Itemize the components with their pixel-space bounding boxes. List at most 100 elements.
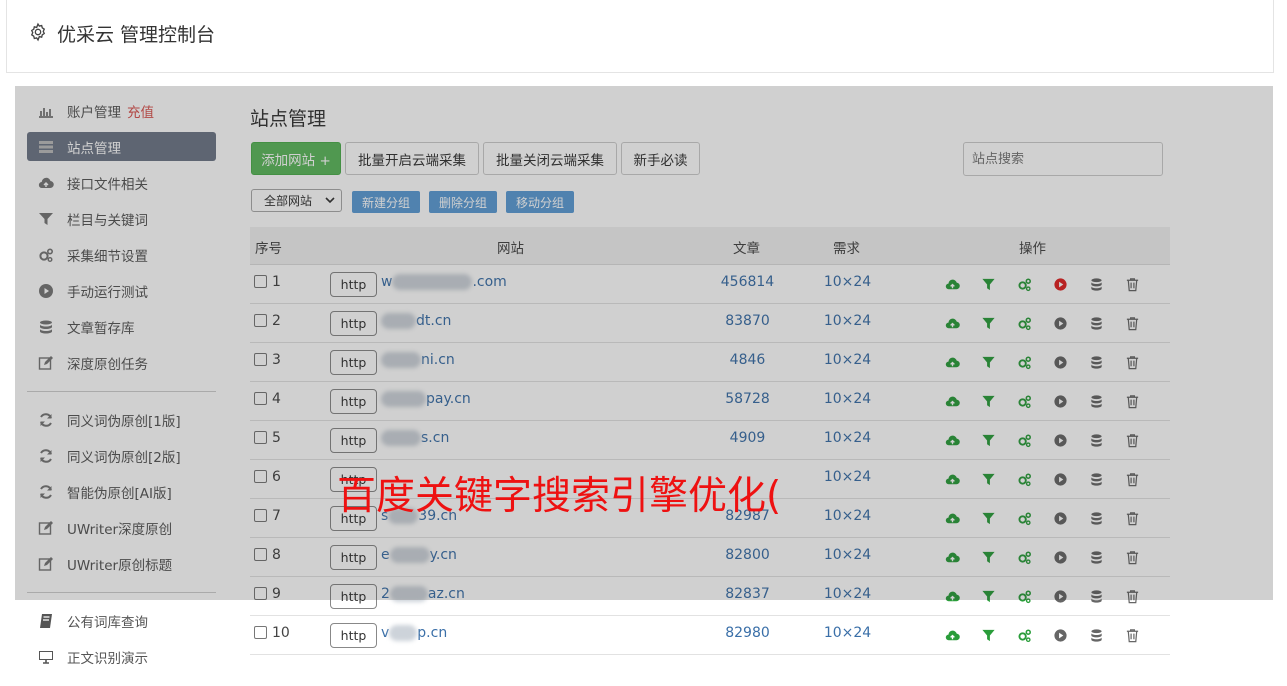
database-icon[interactable]	[1078, 549, 1114, 565]
protocol-badge[interactable]: http	[330, 389, 377, 414]
play-circle-icon[interactable]	[1042, 588, 1078, 604]
article-count[interactable]: 4846	[690, 352, 805, 368]
article-count[interactable]: 82980	[690, 625, 805, 641]
row-checkbox[interactable]	[254, 392, 267, 405]
filter-icon[interactable]	[970, 471, 1006, 487]
site-link[interactable]: dt.cn	[381, 313, 451, 329]
site-link[interactable]: pay.cn	[381, 391, 471, 407]
trash-icon[interactable]	[1114, 432, 1150, 448]
article-count[interactable]: 456814	[690, 274, 805, 290]
article-count[interactable]: 82837	[690, 586, 805, 602]
site-link[interactable]: ni.cn	[381, 352, 455, 368]
sidebar-item[interactable]: 站点管理	[27, 132, 216, 161]
filter-icon[interactable]	[970, 393, 1006, 409]
database-icon[interactable]	[1078, 510, 1114, 526]
site-search-input[interactable]	[963, 142, 1163, 176]
database-icon[interactable]	[1078, 276, 1114, 292]
row-checkbox[interactable]	[254, 275, 267, 288]
new-group-button[interactable]: 新建分组	[352, 191, 420, 213]
trash-icon[interactable]	[1114, 588, 1150, 604]
gears-icon[interactable]	[1006, 354, 1042, 370]
sidebar-item[interactable]: 深度原创任务	[27, 348, 216, 377]
article-count[interactable]: 58728	[690, 391, 805, 407]
trash-icon[interactable]	[1114, 627, 1150, 643]
gears-icon[interactable]	[1006, 393, 1042, 409]
sidebar-item[interactable]: UWriter原创标题	[27, 549, 216, 578]
add-site-button[interactable]: 添加网站 +	[251, 142, 341, 175]
play-circle-icon[interactable]	[1042, 354, 1078, 370]
row-checkbox[interactable]	[254, 353, 267, 366]
gears-icon[interactable]	[1006, 549, 1042, 565]
filter-icon[interactable]	[970, 510, 1006, 526]
demand-value[interactable]: 10×24	[790, 625, 905, 641]
cloud-upload-icon[interactable]	[934, 354, 970, 370]
cloud-upload-icon[interactable]	[934, 510, 970, 526]
play-circle-icon[interactable]	[1042, 471, 1078, 487]
site-link[interactable]: e y.cn	[381, 547, 457, 563]
trash-icon[interactable]	[1114, 315, 1150, 331]
beginner-guide-button[interactable]: 新手必读	[621, 142, 700, 175]
cloud-upload-icon[interactable]	[934, 471, 970, 487]
play-circle-icon[interactable]	[1042, 627, 1078, 643]
gears-icon[interactable]	[1006, 627, 1042, 643]
cloud-upload-icon[interactable]	[934, 549, 970, 565]
play-circle-icon[interactable]	[1042, 315, 1078, 331]
sidebar-item[interactable]: 文章暂存库	[27, 312, 216, 341]
filter-icon[interactable]	[970, 627, 1006, 643]
demand-value[interactable]: 10×24	[790, 469, 905, 485]
row-checkbox[interactable]	[254, 470, 267, 483]
play-circle-icon[interactable]	[1042, 549, 1078, 565]
batch-enable-cloud-button[interactable]: 批量开启云端采集	[345, 142, 479, 175]
database-icon[interactable]	[1078, 393, 1114, 409]
filter-icon[interactable]	[970, 276, 1006, 292]
demand-value[interactable]: 10×24	[790, 352, 905, 368]
row-checkbox[interactable]	[254, 587, 267, 600]
protocol-badge[interactable]: http	[330, 545, 377, 570]
filter-icon[interactable]	[970, 432, 1006, 448]
play-circle-icon[interactable]	[1042, 432, 1078, 448]
play-circle-icon[interactable]	[1042, 393, 1078, 409]
protocol-badge[interactable]: http	[330, 311, 377, 336]
protocol-badge[interactable]: http	[330, 584, 377, 609]
play-circle-icon[interactable]	[1042, 276, 1078, 292]
filter-icon[interactable]	[970, 354, 1006, 370]
sidebar-item[interactable]: UWriter深度原创	[27, 513, 216, 542]
move-group-button[interactable]: 移动分组	[506, 191, 574, 213]
sidebar-item[interactable]: 公有词库查询	[27, 606, 216, 635]
batch-disable-cloud-button[interactable]: 批量关闭云端采集	[483, 142, 617, 175]
sidebar-item[interactable]: 手动运行测试	[27, 276, 216, 305]
trash-icon[interactable]	[1114, 354, 1150, 370]
article-count[interactable]: 83870	[690, 313, 805, 329]
protocol-badge[interactable]: http	[330, 428, 377, 453]
protocol-badge[interactable]: http	[330, 272, 377, 297]
sidebar-item[interactable]: 智能伪原创[AI版]	[27, 477, 216, 506]
database-icon[interactable]	[1078, 432, 1114, 448]
site-link[interactable]: v p.cn	[381, 625, 447, 641]
row-checkbox[interactable]	[254, 548, 267, 561]
cloud-upload-icon[interactable]	[934, 276, 970, 292]
filter-icon[interactable]	[970, 315, 1006, 331]
gears-icon[interactable]	[1006, 276, 1042, 292]
database-icon[interactable]	[1078, 315, 1114, 331]
filter-icon[interactable]	[970, 588, 1006, 604]
row-checkbox[interactable]	[254, 626, 267, 639]
cloud-upload-icon[interactable]	[934, 393, 970, 409]
cloud-upload-icon[interactable]	[934, 432, 970, 448]
row-checkbox[interactable]	[254, 431, 267, 444]
site-link[interactable]: w .com	[381, 274, 507, 290]
gears-icon[interactable]	[1006, 588, 1042, 604]
database-icon[interactable]	[1078, 471, 1114, 487]
cloud-upload-icon[interactable]	[934, 315, 970, 331]
sidebar-item[interactable]: 栏目与关键词	[27, 204, 216, 233]
gear-icon[interactable]	[28, 22, 48, 42]
database-icon[interactable]	[1078, 627, 1114, 643]
delete-group-button[interactable]: 删除分组	[429, 191, 497, 213]
cloud-upload-icon[interactable]	[934, 588, 970, 604]
database-icon[interactable]	[1078, 354, 1114, 370]
site-link[interactable]: 2 az.cn	[381, 586, 465, 602]
demand-value[interactable]: 10×24	[790, 313, 905, 329]
trash-icon[interactable]	[1114, 393, 1150, 409]
trash-icon[interactable]	[1114, 276, 1150, 292]
site-link[interactable]: s.cn	[381, 430, 449, 446]
protocol-badge[interactable]: http	[330, 350, 377, 375]
